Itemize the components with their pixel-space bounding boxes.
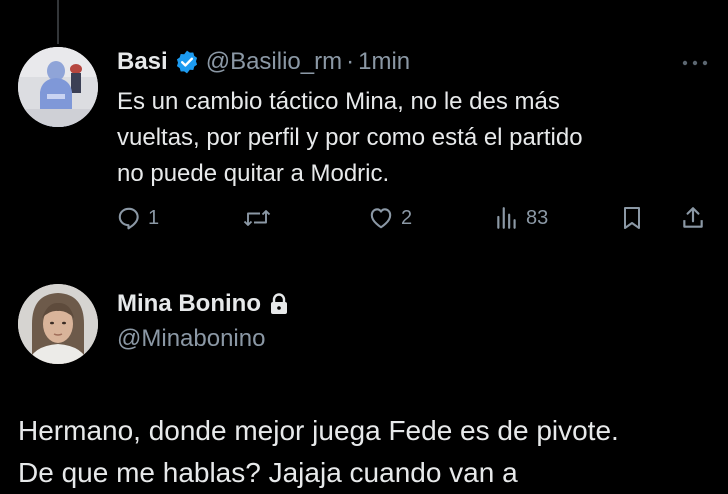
reply-text-line: vueltas, por perfil y por como está el p… — [117, 124, 583, 151]
author-handle[interactable]: @Basilio_rm — [206, 48, 342, 76]
views-button[interactable]: 83 — [494, 200, 548, 236]
reply-count: 1 — [148, 206, 160, 229]
views-chart-icon — [494, 205, 520, 231]
reply-tweet[interactable]: Basi @Basilio_rm · 1min Es un cambio tác… — [0, 0, 728, 260]
reply-text-line: no puede quitar a Modric. — [117, 160, 390, 187]
repost-button[interactable] — [243, 200, 277, 236]
reply-bubble-icon — [116, 205, 142, 231]
lock-icon — [269, 293, 289, 315]
action-bar: 1 2 83 — [0, 200, 728, 236]
avatar[interactable] — [18, 284, 98, 364]
timestamp[interactable]: 1min — [358, 48, 410, 76]
author-name[interactable]: Mina Bonino — [117, 290, 261, 318]
tweet-text: Hermano, donde mejor juega Fede es de pi… — [18, 410, 718, 494]
bookmark-button[interactable] — [620, 200, 644, 236]
repost-icon — [243, 205, 271, 231]
author-handle[interactable]: @Minabonino — [117, 322, 265, 356]
main-author-row: Mina Bonino — [117, 287, 289, 321]
reply-header: Basi @Basilio_rm · 1min — [117, 44, 410, 80]
bookmark-icon — [620, 205, 644, 231]
like-button[interactable]: 2 — [367, 200, 412, 236]
share-button[interactable] — [680, 200, 706, 236]
reply-text-line: Es un cambio táctico Mina, no le des más — [117, 88, 560, 115]
views-count: 83 — [526, 206, 549, 229]
reply-button[interactable]: 1 — [116, 200, 159, 236]
avatar[interactable] — [18, 47, 98, 127]
author-name[interactable]: Basi — [117, 48, 168, 76]
share-upload-icon — [680, 205, 706, 231]
dot-separator: · — [346, 48, 355, 75]
verified-badge-icon — [174, 49, 200, 75]
heart-icon — [367, 205, 395, 231]
reply-text: Es un cambio táctico Mina, no le des más… — [117, 84, 697, 192]
tweet-text-line: Hermano, donde mejor juega Fede es de pi… — [18, 415, 619, 446]
like-count: 2 — [401, 206, 413, 229]
more-dots-icon[interactable] — [680, 56, 710, 68]
